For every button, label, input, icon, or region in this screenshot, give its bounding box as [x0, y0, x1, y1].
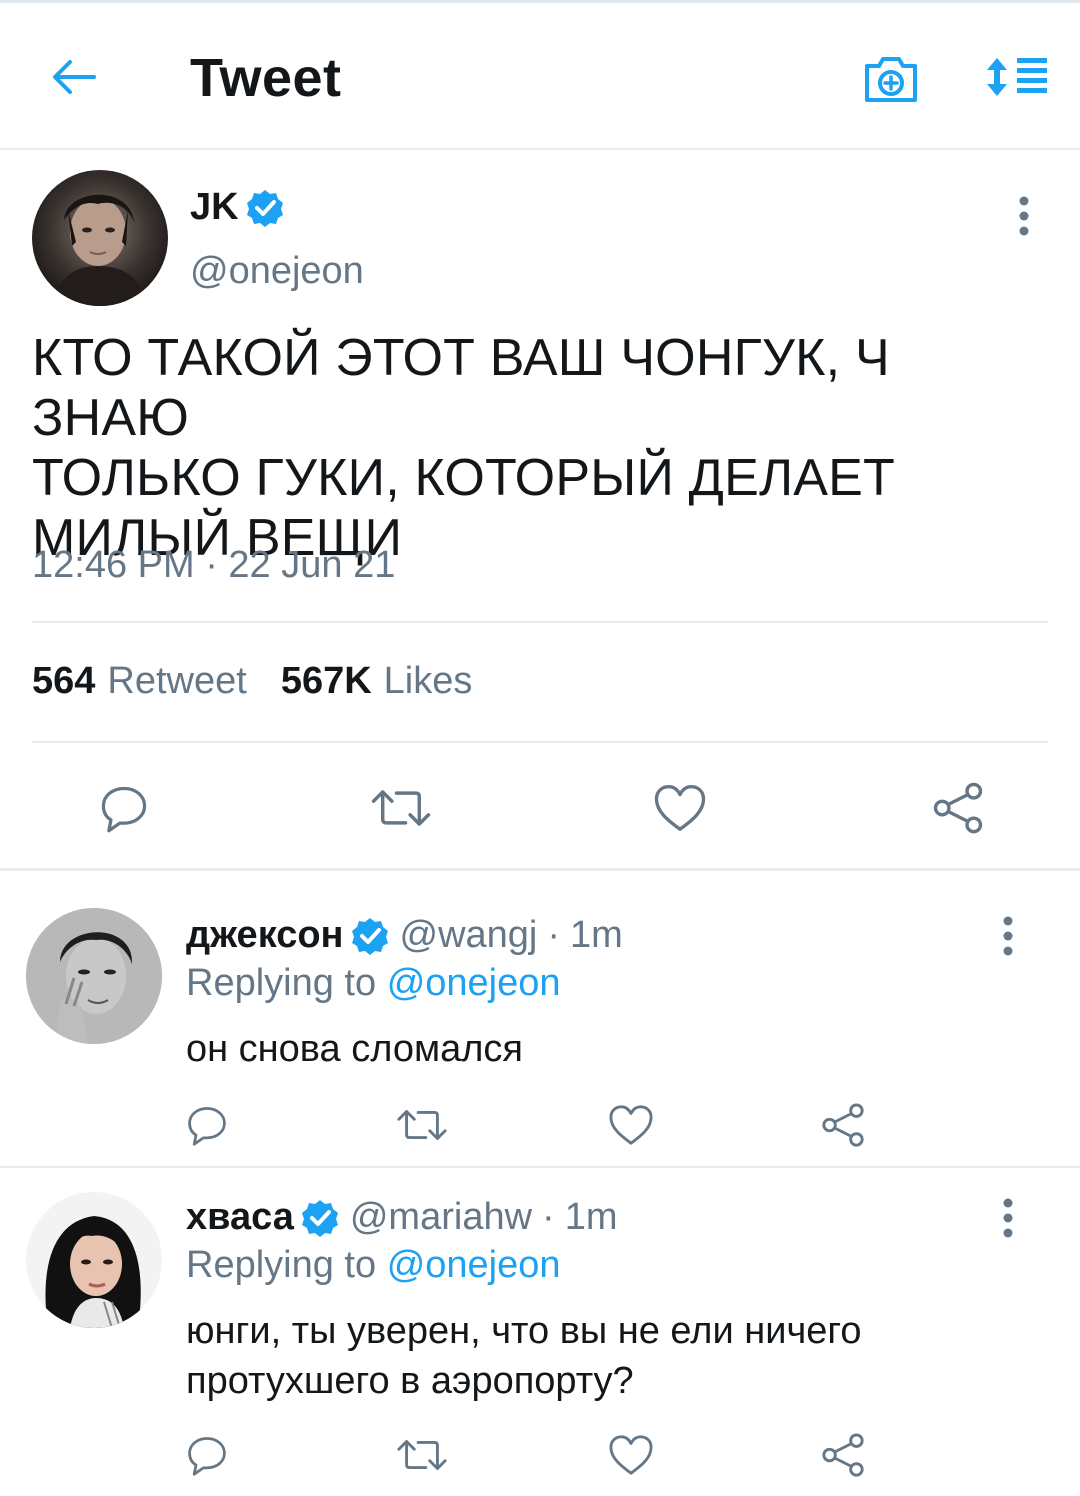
page-title: Tweet	[190, 48, 342, 108]
reply-author-name[interactable]: хваса	[186, 1196, 294, 1239]
reply-icon	[98, 782, 150, 834]
like-icon	[607, 1433, 655, 1477]
reply-text: он снова сломался	[186, 1024, 1006, 1074]
share-icon	[820, 1432, 866, 1478]
avatar-image	[26, 1192, 162, 1328]
author-name-row: JK	[190, 186, 285, 229]
reply-time: 1m	[570, 914, 623, 956]
sort-icon	[987, 58, 1047, 96]
back-arrow-icon	[53, 60, 96, 94]
reply-header: джексон @wangj · 1m	[186, 914, 623, 957]
reply-time: 1m	[564, 1196, 618, 1238]
retweet-button[interactable]	[392, 1430, 452, 1480]
replying-prefix: Replying to	[186, 962, 377, 1004]
retweet-button[interactable]	[366, 778, 436, 838]
tweet-text: КТО ТАКОЙ ЭТОТ ВАШ ЧОНГУК, Ч ЗНАЮ ТОЛЬКО…	[32, 328, 1052, 568]
reply-button[interactable]	[182, 1100, 232, 1150]
reply-author-handle[interactable]: @wangj	[400, 914, 538, 957]
replying-to: Replying to @onejeon	[186, 962, 561, 1005]
divider	[0, 1166, 1080, 1168]
avatar-image	[32, 170, 168, 306]
reply-avatar[interactable]	[26, 1192, 162, 1328]
camera-icon	[865, 57, 917, 102]
like-icon	[607, 1103, 655, 1147]
share-button[interactable]	[818, 1430, 868, 1480]
verified-badge-icon	[245, 188, 285, 228]
reply-text-line: протухшего в аэропорту?	[186, 1360, 634, 1402]
like-icon	[652, 782, 708, 834]
separator: ·	[547, 914, 561, 956]
author-name[interactable]: JK	[190, 186, 239, 229]
share-icon	[931, 781, 985, 835]
retweet-icon	[369, 785, 433, 831]
reply-author-name[interactable]: джексон	[186, 914, 344, 957]
more-options-icon[interactable]	[1004, 194, 1044, 238]
retweet-icon	[395, 1435, 449, 1475]
tweet-text-line: ТОЛЬКО ГУКИ, КОТОРЫЙ ДЕЛАЕТ	[32, 449, 896, 507]
retweet-icon	[395, 1105, 449, 1145]
replying-to: Replying to @onejeon	[186, 1244, 561, 1287]
divider	[32, 741, 1048, 743]
header: Tweet	[0, 3, 1080, 150]
author-handle[interactable]: @onejeon	[190, 250, 364, 293]
divider	[32, 621, 1048, 623]
like-button[interactable]	[650, 778, 710, 838]
retweet-label[interactable]: Retweet	[107, 660, 246, 703]
tweet-stats: 564 Retweet 567K Likes	[32, 660, 472, 703]
more-options-icon[interactable]	[988, 914, 1028, 958]
section-divider	[0, 868, 1080, 871]
replying-to-link[interactable]: @onejeon	[387, 1244, 561, 1286]
reply-button[interactable]	[182, 1430, 232, 1480]
replying-prefix: Replying to	[186, 1244, 377, 1286]
reply-header: хваса @mariahw · 1m	[186, 1196, 617, 1239]
share-icon	[820, 1102, 866, 1148]
reply-icon	[185, 1433, 229, 1477]
share-button[interactable]	[928, 778, 988, 838]
more-options-icon[interactable]	[988, 1196, 1028, 1240]
sort-button[interactable]	[982, 47, 1052, 107]
like-button[interactable]	[606, 1100, 656, 1150]
likes-label[interactable]: Likes	[384, 660, 473, 703]
share-button[interactable]	[818, 1100, 868, 1150]
like-button[interactable]	[606, 1430, 656, 1480]
likes-count[interactable]: 567K	[281, 660, 372, 703]
separator: ·	[542, 1196, 555, 1238]
author-avatar[interactable]	[32, 170, 168, 306]
tweet-text-line: КТО ТАКОЙ ЭТОТ ВАШ ЧОНГУК, Ч ЗНАЮ	[32, 329, 890, 447]
avatar-image	[26, 908, 162, 1044]
reply-button[interactable]	[94, 778, 154, 838]
reply-icon	[185, 1103, 229, 1147]
tweet-timestamp[interactable]: 12:46 PM · 22 Jun 21	[32, 544, 395, 587]
back-button[interactable]	[46, 49, 102, 105]
camera-button[interactable]	[858, 49, 924, 109]
verified-badge-icon	[300, 1198, 340, 1238]
reply-text-line: юнги, ты уверен, что вы не ели ничего	[186, 1310, 862, 1352]
retweet-count[interactable]: 564	[32, 660, 95, 703]
reply-text: юнги, ты уверен, что вы не ели ничего пр…	[186, 1306, 1006, 1406]
reply-author-handle[interactable]: @mariahw	[350, 1196, 532, 1239]
reply-text-line: он снова сломался	[186, 1028, 523, 1070]
retweet-button[interactable]	[392, 1100, 452, 1150]
verified-badge-icon	[350, 916, 390, 956]
reply-avatar[interactable]	[26, 908, 162, 1044]
replying-to-link[interactable]: @onejeon	[387, 962, 561, 1004]
